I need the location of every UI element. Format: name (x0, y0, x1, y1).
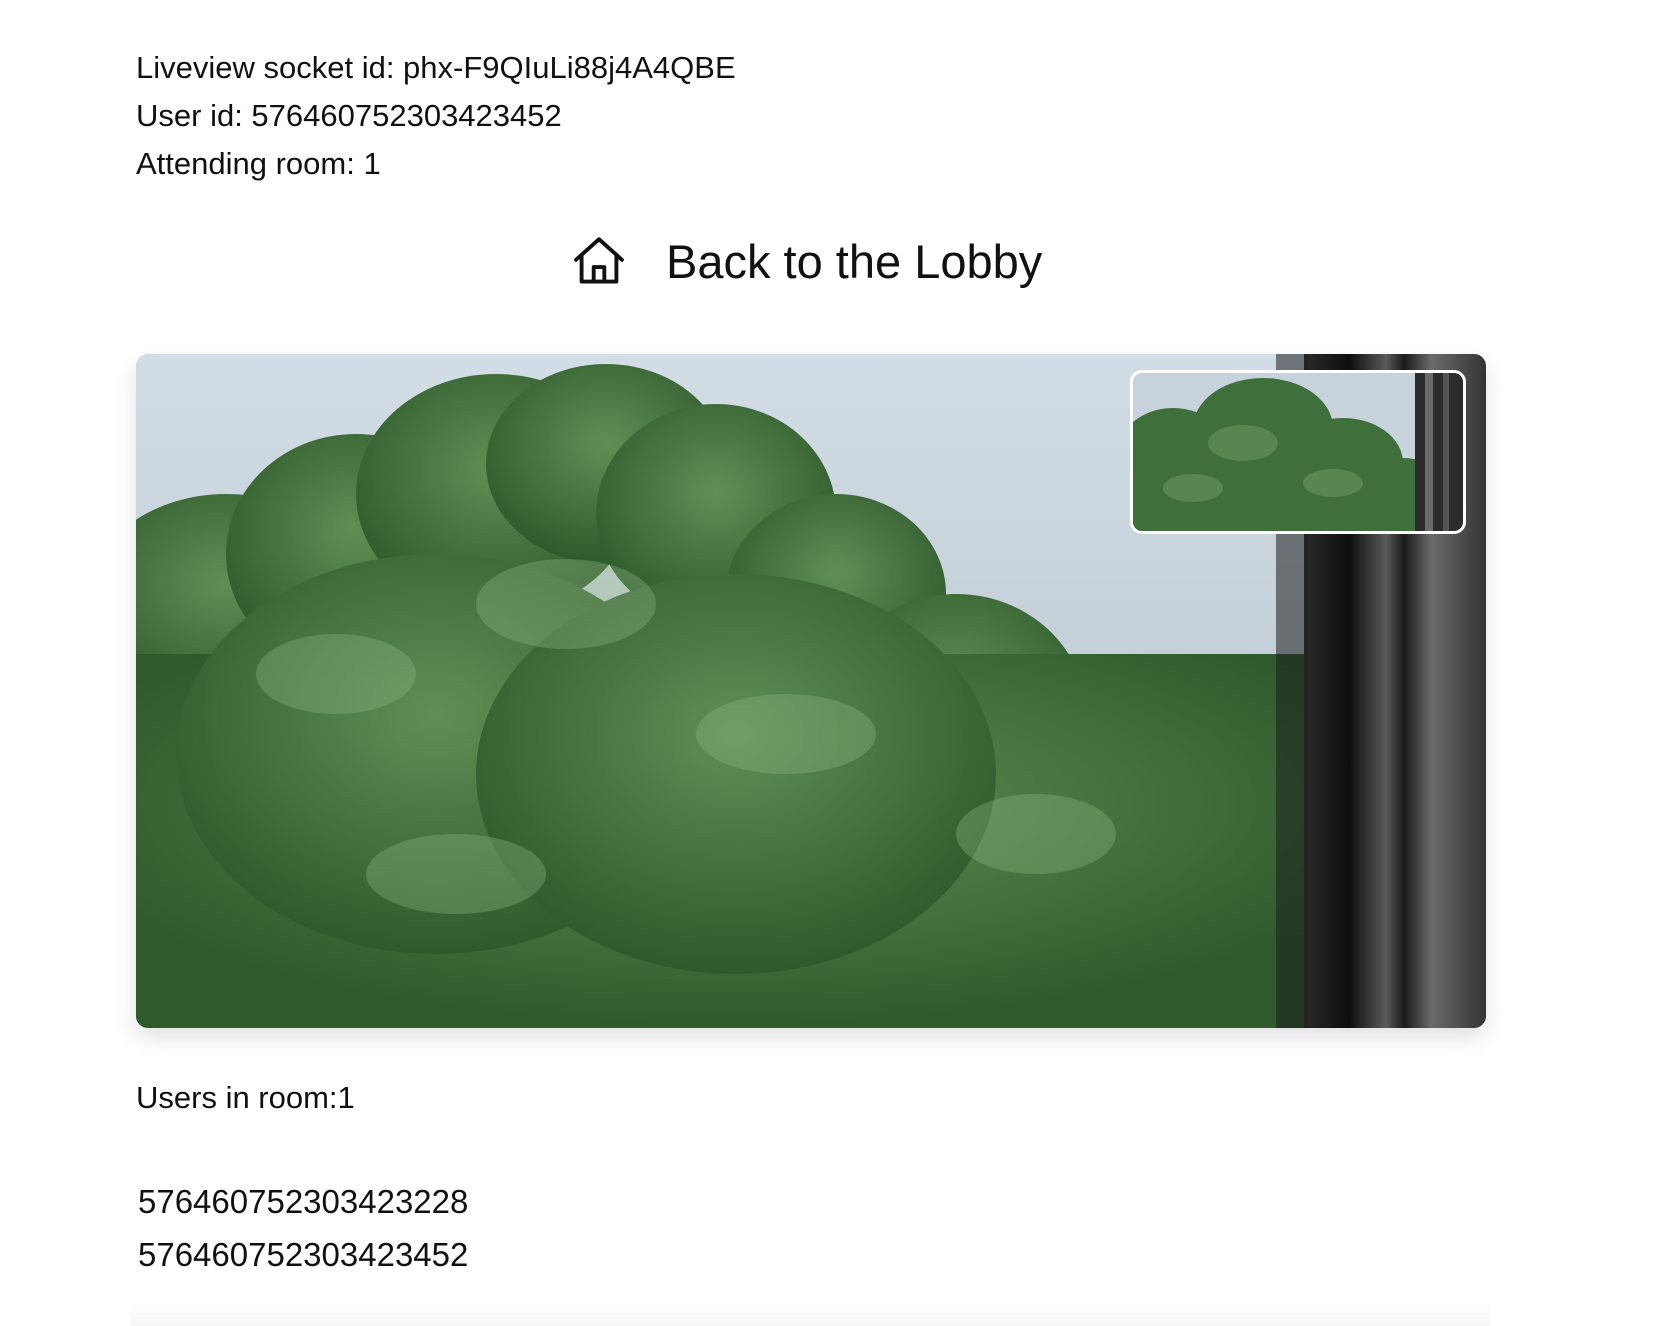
connection-info: Liveview socket id: phx-F9QIuLi88j4A4QBE… (136, 44, 736, 188)
room-text: Attending room: 1 (136, 146, 381, 181)
remote-video[interactable] (136, 354, 1486, 1028)
bottom-divider (130, 1300, 1490, 1326)
list-item: 576460752303423452 (138, 1236, 469, 1273)
users-in-room-heading: Users in room:1 (136, 1080, 355, 1115)
socket-id-text: Liveview socket id: phx-F9QIuLi88j4A4QBE (136, 50, 736, 85)
list-item: 576460752303423228 (138, 1183, 469, 1220)
local-video[interactable] (1130, 370, 1466, 534)
home-icon (570, 232, 628, 290)
back-to-lobby-link[interactable]: Back to the Lobby (570, 232, 1042, 290)
user-list: 576460752303423228 576460752303423452 (138, 1175, 468, 1281)
back-to-lobby-label: Back to the Lobby (666, 234, 1043, 288)
user-id-text: User id: 576460752303423452 (136, 98, 562, 133)
